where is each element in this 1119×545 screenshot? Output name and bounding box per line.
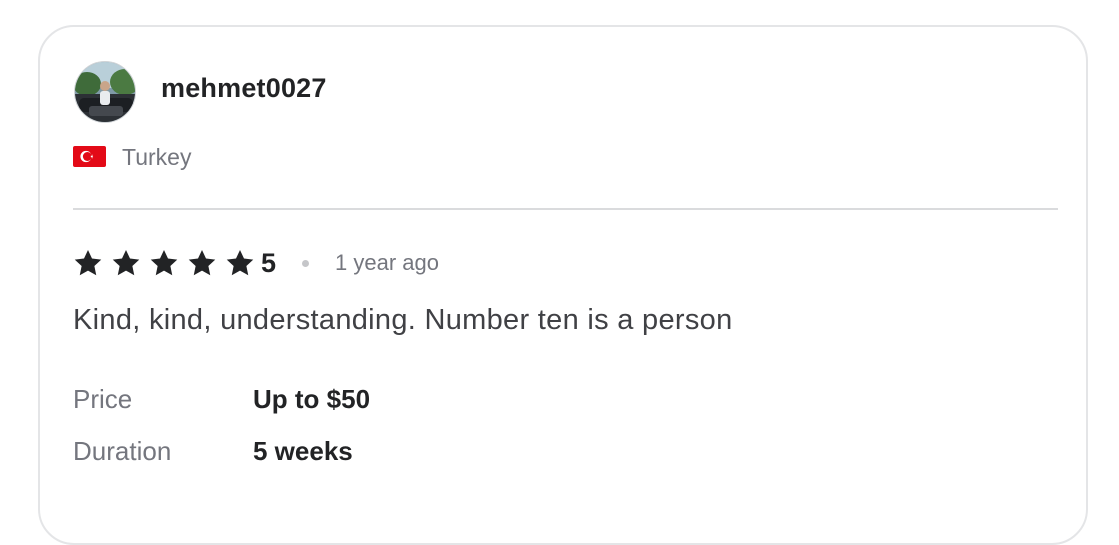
separator-dot — [302, 259, 310, 267]
rating-value: 5 — [261, 247, 277, 278]
review-timestamp: 1 year ago — [335, 250, 439, 275]
star-icon — [112, 250, 140, 276]
price-value: Up to $50 — [253, 384, 371, 414]
star-icon — [226, 250, 254, 276]
username[interactable]: mehmet0027 — [161, 73, 327, 104]
review-text: Kind, kind, understanding. Number ten is… — [73, 304, 733, 336]
country-name: Turkey — [122, 144, 192, 170]
star-rating — [73, 248, 263, 278]
duration-value: 5 weeks — [253, 436, 353, 466]
divider — [73, 208, 1058, 210]
star-icon — [150, 250, 178, 276]
star-icon — [188, 250, 216, 276]
avatar[interactable] — [74, 61, 136, 123]
rating-row: 5 1 year ago — [73, 243, 439, 283]
star-icon — [74, 250, 102, 276]
turkey-flag-icon — [73, 146, 106, 167]
price-label: Price — [73, 384, 133, 414]
duration-label: Duration — [73, 436, 172, 466]
avatar-photo-icon — [75, 62, 135, 122]
review-card: mehmet0027 Turkey 5 1 year ago Kind, kin… — [38, 25, 1088, 545]
